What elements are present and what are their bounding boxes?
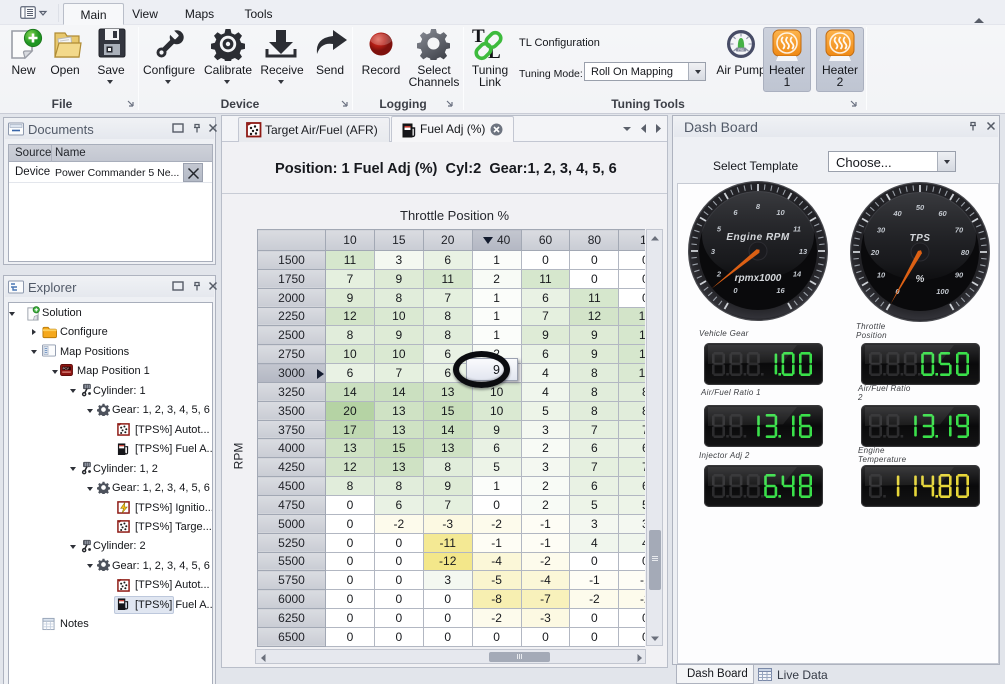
svg-text:%: % bbox=[916, 274, 925, 285]
svg-text:50: 50 bbox=[916, 203, 925, 212]
svg-text:16: 16 bbox=[776, 286, 785, 295]
svg-text:TPS: TPS bbox=[910, 233, 931, 244]
svg-text:60: 60 bbox=[938, 209, 947, 218]
svg-text:70: 70 bbox=[955, 226, 964, 235]
svg-text:40: 40 bbox=[892, 209, 902, 218]
svg-text:20: 20 bbox=[870, 248, 880, 257]
svg-text:11: 11 bbox=[793, 225, 801, 234]
svg-text:90: 90 bbox=[955, 271, 964, 280]
svg-text:PCV: PCV bbox=[63, 366, 69, 370]
svg-text:30: 30 bbox=[877, 226, 886, 235]
svg-text:14: 14 bbox=[793, 270, 802, 279]
svg-text:rpmx1000: rpmx1000 bbox=[735, 273, 782, 284]
svg-text:2: 2 bbox=[716, 270, 722, 279]
svg-text:Engine RPM: Engine RPM bbox=[726, 232, 790, 243]
svg-text:100: 100 bbox=[936, 287, 949, 296]
svg-text:PSI: PSI bbox=[738, 48, 743, 52]
svg-text:10: 10 bbox=[877, 271, 886, 280]
svg-text:13: 13 bbox=[799, 247, 808, 256]
svg-text:80: 80 bbox=[961, 248, 970, 257]
svg-text:10: 10 bbox=[776, 208, 785, 217]
